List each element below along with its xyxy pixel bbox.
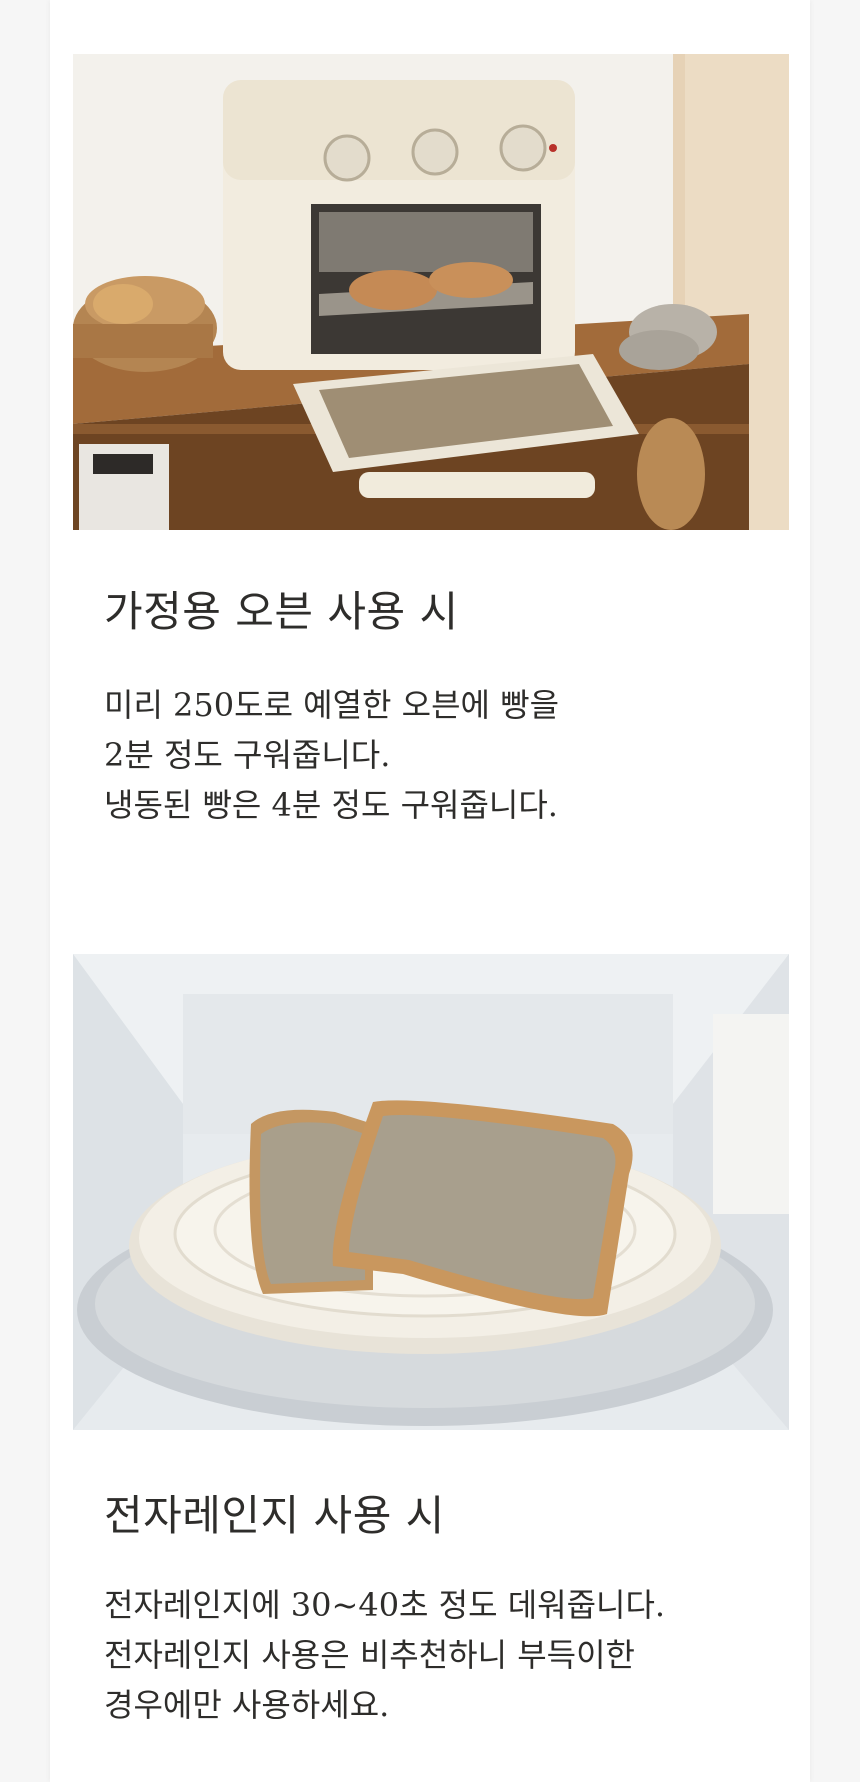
content-card: 가정용 오븐 사용 시 미리 250도로 예열한 오븐에 빵을 2분 정도 구워… bbox=[50, 0, 810, 1782]
page: 가정용 오븐 사용 시 미리 250도로 예열한 오븐에 빵을 2분 정도 구워… bbox=[0, 0, 860, 1782]
oven-section-title: 가정용 오븐 사용 시 bbox=[104, 587, 459, 636]
oven-instruction-line: 2분 정도 구워줍니다. bbox=[104, 736, 391, 774]
microwave-instruction-line: 전자레인지 사용은 비추천하니 부득이한 bbox=[104, 1636, 635, 1674]
oven-instruction-line: 냉동된 빵은 4분 정도 구워줍니다. bbox=[104, 786, 558, 824]
toaster-oven-photo bbox=[73, 54, 789, 530]
oven-instruction-line: 미리 250도로 예열한 오븐에 빵을 bbox=[104, 686, 560, 724]
microwave-instruction-line: 경우에만 사용하세요. bbox=[104, 1686, 390, 1724]
microwave-bread-photo bbox=[73, 954, 789, 1430]
microwave-instruction-line: 전자레인지에 30~40초 정도 데워줍니다. bbox=[104, 1586, 666, 1624]
microwave-instructions: 전자레인지에 30~40초 정도 데워줍니다. 전자레인지 사용은 비추천하니 … bbox=[104, 1580, 764, 1730]
microwave-section-title: 전자레인지 사용 시 bbox=[104, 1491, 445, 1540]
oven-instructions: 미리 250도로 예열한 오븐에 빵을 2분 정도 구워줍니다. 냉동된 빵은 … bbox=[104, 680, 764, 830]
